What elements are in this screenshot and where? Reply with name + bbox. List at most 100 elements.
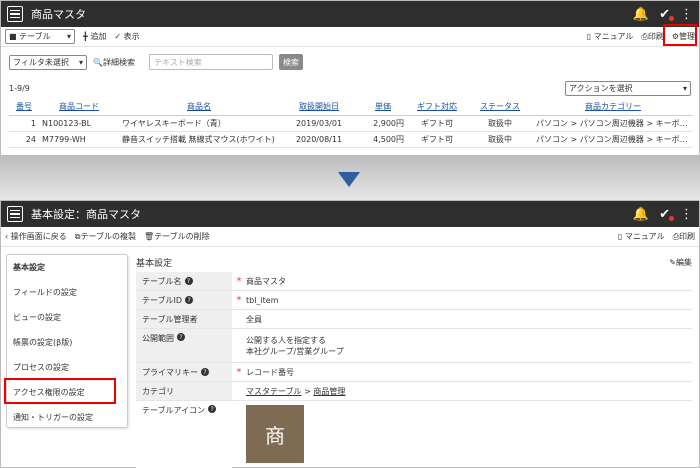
help-icon[interactable]: ? [184, 277, 193, 285]
top-toolbar: ■ テーブル ▾ ╋ 追加 ✓ 表示 ▯ マニュアル ⎙印刷 ⚙管理 [1, 27, 699, 47]
chevron-down-icon: ▾ [66, 32, 71, 41]
field-value-groups: 本社グループ/営業グループ [246, 346, 344, 356]
field-value: 商品マスタ [246, 276, 286, 286]
column-header[interactable]: 商品名 [119, 99, 279, 116]
more-icon[interactable]: ⋮ [680, 207, 693, 222]
detail-search-link[interactable]: 🔍詳細検索 [93, 57, 135, 68]
column-header[interactable]: ギフト対応 [407, 99, 467, 116]
cell-number: 24 [9, 131, 39, 148]
copy-table-link[interactable]: ⧉テーブルの複製 [75, 231, 136, 242]
category-link-item[interactable]: 商品管理 [313, 387, 345, 396]
text-search-input[interactable]: テキスト検索 [148, 54, 273, 70]
filter-bar: フィルタ未選択 ▾ 🔍詳細検索 テキスト検索 検索 [1, 47, 699, 77]
manual-link[interactable]: ▯ マニュアル [587, 31, 634, 42]
search-button[interactable]: 検索 [278, 54, 303, 70]
count-row: 1-9/9 アクションを選択 ▾ [1, 77, 699, 99]
chevron-down-icon: ▾ [78, 57, 83, 67]
sidebar-item-views[interactable]: ビューの設定 [7, 305, 127, 330]
trash-icon: 🗑 [144, 232, 155, 241]
menu-icon[interactable] [7, 206, 23, 222]
table-row[interactable]: 24 M7799-WH 静音スイッチ搭載 無線式マウス(ホワイト) 2020/0… [9, 131, 693, 148]
page-title: 基本設定：商品マスタ [31, 208, 141, 221]
help-icon[interactable]: ? [208, 405, 217, 413]
chevron-down-icon: ▾ [682, 83, 687, 93]
cell-code: M7799-WH [39, 131, 119, 148]
column-header[interactable]: 番号 [9, 99, 39, 116]
sidebar-item-notification[interactable]: 通知・トリガーの設定 [7, 405, 127, 430]
detail-search-label: 詳細検索 [102, 57, 135, 67]
edit-button[interactable]: ✎編集 [669, 257, 692, 268]
manual-label: マニュアル [593, 32, 634, 41]
cell-date: 2019/03/01 [279, 115, 359, 132]
cell-status: 取扱中 [467, 115, 533, 132]
category-link-master[interactable]: マスタテーブル [246, 387, 302, 396]
field-value: 全員 [246, 314, 262, 324]
back-link[interactable]: ‹ 操作画面に戻る [5, 231, 67, 242]
column-header[interactable]: 商品カテゴリー [533, 99, 693, 116]
cell-status: 取扱中 [467, 131, 533, 148]
required-mark: * [236, 294, 242, 306]
check-icon[interactable]: ✔ [659, 7, 674, 22]
page-title: 商品マスタ [31, 8, 86, 21]
field-row: 公開範囲? 公開する人を指定する 本社グループ/営業グループ [136, 329, 692, 363]
action-select[interactable]: アクションを選択 ▾ [565, 80, 691, 96]
view-select-label: ■ テーブル [9, 32, 51, 41]
action-select-label: アクションを選択 [569, 83, 633, 93]
field-value: レコード番号 [246, 367, 294, 377]
required-mark: * [236, 275, 242, 287]
bell-icon[interactable]: 🔔 [633, 207, 649, 222]
arrow-down-icon [338, 172, 360, 187]
field-value: tbl_item [246, 295, 279, 305]
field-row: カテゴリ マスタテーブル > 商品管理 [136, 382, 692, 401]
field-row: テーブルID? * tbl_item [136, 291, 692, 310]
help-icon[interactable]: ? [185, 296, 194, 304]
view-select[interactable]: ■ テーブル ▾ [5, 29, 75, 44]
manual-link[interactable]: ▯ マニュアル [618, 231, 665, 242]
cell-gift: ギフト可 [407, 115, 467, 132]
add-button[interactable]: ╋ 追加 [83, 31, 106, 42]
help-icon[interactable]: ? [177, 333, 185, 341]
display-button[interactable]: ✓ 表示 [114, 31, 139, 42]
column-header[interactable]: 取扱開始日 [279, 99, 359, 116]
top-app-bar: 商品マスタ 🔔 ✔ ⋮ [1, 1, 699, 27]
edit-label: 編集 [676, 257, 692, 267]
field-row: プライマリキー? * レコード番号 [136, 363, 692, 382]
back-label: 操作画面に戻る [10, 232, 67, 241]
print-link[interactable]: ⎙印刷 [641, 31, 663, 42]
sidebar-item-basic[interactable]: 基本設定 [7, 255, 127, 280]
field-label: テーブル名 [142, 276, 182, 286]
sidebar-item-process[interactable]: プロセスの設定 [7, 355, 127, 380]
menu-icon[interactable] [7, 6, 23, 22]
chevron-left-icon: ‹ [5, 232, 9, 241]
notification-dot [669, 215, 674, 221]
help-icon[interactable]: ? [201, 368, 209, 376]
book-icon: ▯ [586, 32, 592, 41]
more-icon[interactable]: ⋮ [680, 7, 693, 22]
bell-icon[interactable]: 🔔 [633, 7, 649, 22]
basic-settings-panel: 基本設定 ✎編集 テーブル名? * 商品マスタ テーブルID? * tbl_it… [136, 254, 692, 468]
cell-category: パソコン > パソコン周辺機器 > キーボ… [533, 115, 693, 132]
check-icon[interactable]: ✔ [659, 207, 674, 222]
cell-price: 2,900円 [359, 115, 407, 132]
delete-table-link[interactable]: 🗑テーブルの削除 [144, 231, 210, 242]
cell-name: ワイヤレスキーボード（青） [119, 115, 279, 132]
record-count: 1-9/9 [9, 83, 30, 93]
bottom-app-bar: 基本設定：商品マスタ 🔔 ✔ ⋮ [1, 201, 699, 227]
search-icon: 🔍 [93, 57, 103, 67]
manual-label: マニュアル [624, 232, 665, 241]
sidebar-item-fields[interactable]: フィールドの設定 [7, 280, 127, 305]
cell-date: 2020/08/11 [279, 131, 359, 148]
panel-heading: 基本設定 [136, 258, 173, 269]
field-row: テーブルアイコン? 商 [136, 401, 692, 468]
highlight-access [4, 378, 116, 404]
category-separator: > [304, 386, 311, 396]
field-label: プライマリキー [142, 367, 198, 377]
column-header[interactable]: 単価 [359, 99, 407, 116]
column-header[interactable]: ステータス [467, 99, 533, 116]
bottom-toolbar: ‹ 操作画面に戻る ⧉テーブルの複製 🗑テーブルの削除 ▯ マニュアル ⎙印刷 [1, 227, 699, 247]
print-link[interactable]: ⎙印刷 [673, 231, 695, 242]
sidebar-item-forms[interactable]: 帳票の設定(β版) [7, 330, 127, 355]
column-header[interactable]: 商品コード [39, 99, 119, 116]
table-row[interactable]: 1 N100123-BL ワイヤレスキーボード（青） 2019/03/01 2,… [9, 115, 693, 132]
filter-select[interactable]: フィルタ未選択 ▾ [9, 54, 87, 70]
